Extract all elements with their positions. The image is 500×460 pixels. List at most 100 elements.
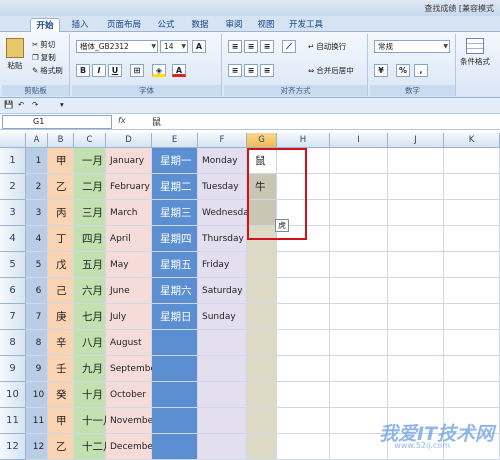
- cell-g11[interactable]: [247, 408, 277, 434]
- cell-e10[interactable]: [152, 382, 198, 408]
- cell-f8[interactable]: [198, 330, 247, 356]
- number-format-select[interactable]: 常规 ▼: [374, 40, 450, 53]
- cell-i2[interactable]: [330, 174, 388, 200]
- cell-i10[interactable]: [330, 382, 388, 408]
- cell-f2[interactable]: Tuesday: [198, 174, 247, 200]
- align-right-button[interactable]: ≡: [260, 64, 274, 77]
- cell-c2[interactable]: 二月: [74, 174, 106, 200]
- cell-j1[interactable]: [388, 148, 444, 174]
- column-header-j[interactable]: J: [388, 133, 444, 148]
- cell-d9[interactable]: September: [106, 356, 160, 382]
- paste-button[interactable]: 粘贴: [6, 38, 24, 71]
- cell-d8[interactable]: August: [106, 330, 152, 356]
- border-button[interactable]: ⊞: [130, 64, 144, 77]
- format-painter-button[interactable]: ✎ 格式刷: [32, 65, 63, 76]
- cell-d10[interactable]: October: [106, 382, 152, 408]
- cell-h7[interactable]: [277, 304, 330, 330]
- cell-b9[interactable]: 壬: [48, 356, 74, 382]
- undo-icon[interactable]: ↶: [18, 100, 24, 109]
- cell-f7[interactable]: Sunday: [198, 304, 247, 330]
- select-all-corner[interactable]: [0, 133, 26, 148]
- cell-c4[interactable]: 四月: [74, 226, 106, 252]
- wrap-text-button[interactable]: ↵ 自动换行: [308, 41, 346, 52]
- cell-b7[interactable]: 庚: [48, 304, 74, 330]
- cell-k1[interactable]: [444, 148, 500, 174]
- cell-b11[interactable]: 甲: [48, 408, 74, 434]
- cell-c6[interactable]: 六月: [74, 278, 106, 304]
- cell-g9[interactable]: [247, 356, 277, 382]
- cell-j2[interactable]: [388, 174, 444, 200]
- cell-i8[interactable]: [330, 330, 388, 356]
- cell-d12[interactable]: December: [106, 434, 157, 460]
- cell-d6[interactable]: June: [106, 278, 152, 304]
- cell-h12[interactable]: [277, 434, 330, 460]
- column-header-c[interactable]: C: [74, 133, 106, 148]
- tab-view[interactable]: 视图: [252, 18, 280, 32]
- cell-e11[interactable]: [152, 408, 198, 434]
- cell-k7[interactable]: [444, 304, 500, 330]
- row-header[interactable]: 4: [0, 226, 26, 252]
- cell-k6[interactable]: [444, 278, 500, 304]
- cell-j3[interactable]: [388, 200, 444, 226]
- column-header-d[interactable]: D: [106, 133, 152, 148]
- cell-a4[interactable]: 4: [26, 226, 48, 252]
- cell-k9[interactable]: [444, 356, 500, 382]
- font-color-button[interactable]: A: [172, 64, 186, 77]
- font-name-select[interactable]: 楷体_GB2312 ▼: [76, 40, 158, 53]
- cell-k4[interactable]: [444, 226, 500, 252]
- cell-k10[interactable]: [444, 382, 500, 408]
- cell-a9[interactable]: 9: [26, 356, 48, 382]
- cell-g12[interactable]: [247, 434, 277, 460]
- customize-toolbar-icon[interactable]: ▾: [60, 100, 64, 109]
- redo-icon[interactable]: ↷: [32, 100, 38, 109]
- cell-c11[interactable]: 十一月: [74, 408, 114, 434]
- row-header[interactable]: 6: [0, 278, 26, 304]
- save-icon[interactable]: 💾: [4, 100, 13, 109]
- cell-h11[interactable]: [277, 408, 330, 434]
- cell-g6[interactable]: [247, 278, 277, 304]
- merge-center-button[interactable]: ⇔ 合并后居中: [308, 65, 354, 76]
- cell-e6[interactable]: 星期六: [152, 278, 198, 304]
- currency-button[interactable]: ¥: [374, 64, 388, 77]
- conditional-format-button[interactable]: 条件格式: [460, 38, 490, 67]
- cell-e4[interactable]: 星期四: [152, 226, 198, 252]
- tab-page-layout[interactable]: 页面布局: [100, 18, 148, 32]
- cell-c7[interactable]: 七月: [74, 304, 106, 330]
- cell-e3[interactable]: 星期三: [152, 200, 198, 226]
- underline-button[interactable]: U: [108, 64, 122, 77]
- cell-j5[interactable]: [388, 252, 444, 278]
- cell-d1[interactable]: January: [106, 148, 152, 174]
- align-bottom-button[interactable]: ≡: [260, 40, 274, 53]
- cell-d11[interactable]: November: [106, 408, 157, 434]
- cell-h5[interactable]: [277, 252, 330, 278]
- row-header[interactable]: 11: [0, 408, 26, 434]
- tab-data[interactable]: 数据: [186, 18, 214, 32]
- cell-c3[interactable]: 三月: [74, 200, 106, 226]
- row-header[interactable]: 12: [0, 434, 26, 460]
- row-header[interactable]: 8: [0, 330, 26, 356]
- cell-a3[interactable]: 3: [26, 200, 48, 226]
- cell-b2[interactable]: 乙: [48, 174, 74, 200]
- percent-button[interactable]: %: [396, 64, 410, 77]
- column-header-k[interactable]: K: [444, 133, 500, 148]
- cell-f9[interactable]: [198, 356, 247, 382]
- cell-a7[interactable]: 7: [26, 304, 48, 330]
- row-header[interactable]: 10: [0, 382, 26, 408]
- cell-a8[interactable]: 8: [26, 330, 48, 356]
- cell-b5[interactable]: 戊: [48, 252, 74, 278]
- grow-font-button[interactable]: A: [192, 40, 206, 53]
- cell-e5[interactable]: 星期五: [152, 252, 198, 278]
- column-header-i[interactable]: I: [330, 133, 388, 148]
- cell-i6[interactable]: [330, 278, 388, 304]
- cell-c8[interactable]: 八月: [74, 330, 106, 356]
- cell-c9[interactable]: 九月: [74, 356, 106, 382]
- cell-b1[interactable]: 甲: [48, 148, 74, 174]
- cell-h6[interactable]: [277, 278, 330, 304]
- cell-g10[interactable]: [247, 382, 277, 408]
- comma-button[interactable]: ,: [414, 64, 428, 77]
- cell-e8[interactable]: [152, 330, 198, 356]
- cell-a11[interactable]: 11: [26, 408, 48, 434]
- cell-j8[interactable]: [388, 330, 444, 356]
- cell-c10[interactable]: 十月: [74, 382, 106, 408]
- cell-b3[interactable]: 丙: [48, 200, 74, 226]
